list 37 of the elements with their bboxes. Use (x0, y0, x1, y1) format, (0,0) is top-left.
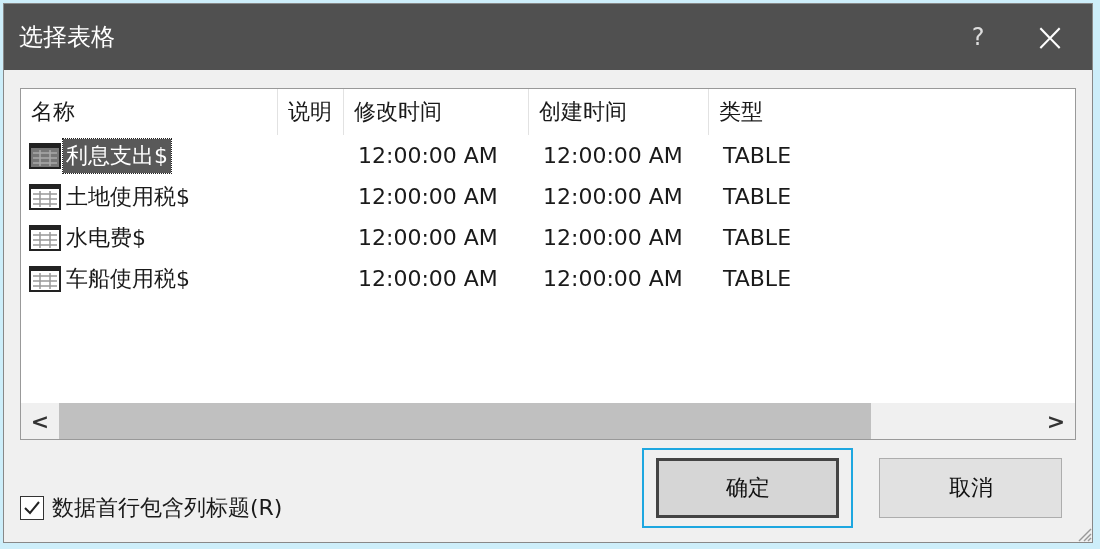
table-name[interactable]: 土地使用税$ (63, 179, 193, 214)
table-name[interactable]: 水电费$ (63, 220, 149, 255)
table-icon (29, 183, 61, 210)
column-header[interactable]: 类型 (709, 89, 829, 135)
table-cell-text: 12:00:00 AM (542, 184, 684, 209)
dialog-button[interactable]: 确定 (656, 458, 839, 518)
column-header[interactable]: 创建时间 (529, 89, 709, 135)
table-cell-text: 12:00:00 AM (542, 266, 684, 291)
table-cell-text: 12:00:00 AM (357, 266, 499, 291)
checkbox-label: 数据首行包含列标题(R) (52, 494, 283, 522)
table-cell-text: 12:00:00 AM (542, 225, 684, 250)
resize-grip-icon[interactable] (1076, 526, 1092, 542)
table-icon (29, 224, 61, 251)
column-header[interactable]: 说明 (278, 89, 344, 135)
table-icon (29, 265, 61, 292)
table-icon (29, 142, 61, 169)
scroll-thumb[interactable] (59, 403, 871, 439)
dialog-button[interactable]: 取消 (879, 458, 1062, 518)
table-cell-text: 12:00:00 AM (357, 143, 499, 168)
horizontal-scrollbar[interactable]: < > (21, 403, 1075, 439)
table-cell-text: 12:00:00 AM (357, 225, 499, 250)
column-header[interactable]: 名称 (21, 89, 278, 135)
table-cell-text: TABLE (722, 184, 793, 209)
table-cell-text: 12:00:00 AM (357, 184, 499, 209)
window-title: 选择表格 (19, 22, 116, 53)
table-name[interactable]: 利息支出$ (63, 138, 171, 173)
scroll-right-button[interactable]: > (1037, 408, 1075, 434)
table-name[interactable]: 车船使用税$ (63, 261, 193, 296)
table-cell-text: TABLE (722, 225, 793, 250)
scroll-left-button[interactable]: < (21, 408, 59, 434)
table-cell-text: TABLE (722, 143, 793, 168)
close-button[interactable]: × (1008, 14, 1092, 60)
checkbox[interactable] (20, 496, 44, 520)
table-cell-text: TABLE (722, 266, 793, 291)
column-header[interactable]: 修改时间 (344, 89, 529, 135)
table-cell-text: 12:00:00 AM (542, 143, 684, 168)
help-button[interactable]: ? (948, 23, 1008, 51)
